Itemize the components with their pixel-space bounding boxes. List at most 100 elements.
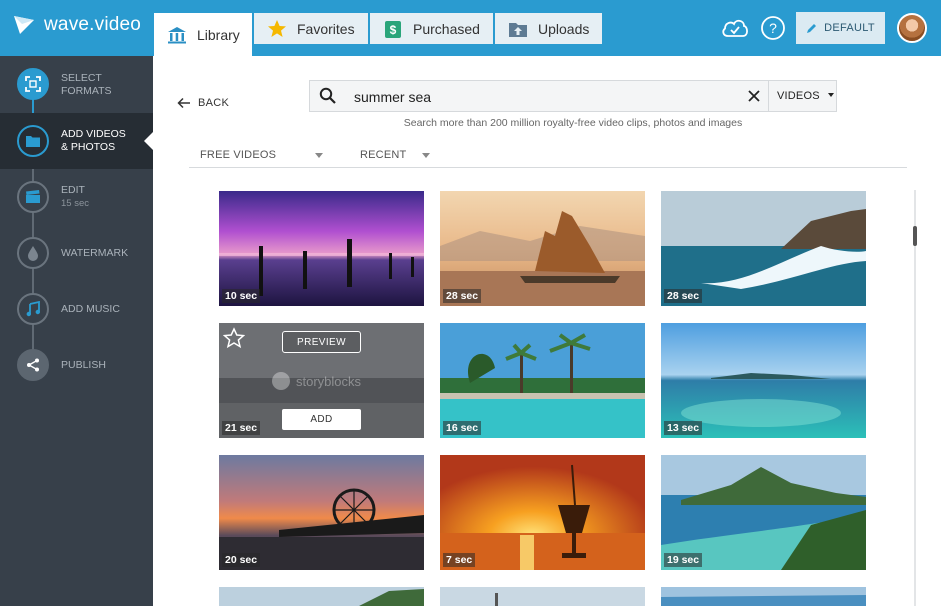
svg-text:$: $	[390, 23, 397, 37]
upload-folder-icon	[507, 18, 529, 40]
step-circle	[17, 237, 49, 269]
help-button[interactable]: ?	[760, 15, 786, 46]
add-button[interactable]: ADD	[282, 409, 361, 430]
top-bar: wave.video Library Favorites $ Purchased…	[0, 0, 941, 56]
duration-badge: 19 sec	[664, 553, 703, 567]
tab-purchased[interactable]: $ Purchased	[370, 13, 493, 44]
stock-watermark: storyblocks	[271, 371, 361, 391]
search-type-select[interactable]: VIDEOS	[777, 90, 835, 102]
pencil-icon	[807, 24, 817, 33]
scrollbar-thumb[interactable]	[913, 226, 917, 246]
duration-badge: 28 sec	[664, 289, 703, 303]
select-formats-icon	[25, 76, 41, 92]
active-step-pointer	[144, 131, 154, 151]
preview-button[interactable]: PREVIEW	[282, 331, 361, 353]
video-result[interactable]: 20 sec	[219, 455, 424, 570]
caret-down-icon[interactable]	[315, 153, 323, 158]
duration-badge: 16 sec	[443, 421, 482, 435]
star-icon	[266, 18, 288, 40]
step-label: ADD MUSIC	[61, 303, 120, 315]
step-duration: 15 sec	[61, 198, 89, 209]
video-result[interactable]: 13 sec	[661, 323, 866, 438]
profile-default-button[interactable]: DEFAULT	[796, 12, 885, 44]
video-result[interactable]: 10 sec	[219, 191, 424, 306]
video-result[interactable]: 28 sec	[661, 191, 866, 306]
search-bar: VIDEOS	[309, 80, 837, 112]
step-label: PUBLISH	[61, 359, 106, 371]
step-label: WATERMARK	[61, 247, 129, 259]
tab-label: Library	[197, 26, 240, 43]
duration-badge: 21 sec	[222, 421, 261, 435]
dollar-bag-icon: $	[382, 18, 404, 40]
duration-badge: 13 sec	[664, 421, 703, 435]
sort-filter[interactable]: RECENT	[360, 149, 406, 161]
video-result[interactable]	[219, 587, 424, 606]
filter-divider	[189, 167, 907, 168]
back-label: BACK	[198, 97, 230, 109]
license-filter[interactable]: FREE VIDEOS	[200, 149, 276, 161]
tab-favorites[interactable]: Favorites	[254, 13, 368, 44]
video-thumbnail	[219, 587, 424, 606]
step-label: SELECT	[61, 72, 102, 84]
step-label-line2: FORMATS	[61, 85, 112, 97]
storyblocks-logo-icon	[272, 372, 290, 390]
share-icon	[27, 358, 39, 372]
help-icon: ?	[761, 16, 785, 40]
tab-label: Favorites	[297, 20, 355, 37]
video-result-hovered[interactable]: storyblocks PREVIEW ADD 21 sec	[219, 323, 424, 438]
arrow-left-icon	[177, 97, 190, 109]
duration-badge: 10 sec	[222, 289, 261, 303]
cloud-sync-button[interactable]	[720, 15, 750, 46]
caret-down-icon[interactable]	[422, 153, 430, 158]
favorite-button[interactable]	[222, 327, 246, 354]
duration-badge: 7 sec	[443, 553, 476, 567]
video-result[interactable]	[440, 587, 645, 606]
cloud-check-icon	[722, 19, 748, 37]
folder-icon	[26, 136, 40, 147]
step-label: ADD VIDEOS	[61, 128, 126, 140]
step-circle	[17, 293, 49, 325]
steps-sidebar: SELECT FORMATS ADD VIDEOS & PHOTOS EDIT …	[0, 56, 154, 606]
step-edit[interactable]: EDIT 15 sec	[0, 169, 153, 225]
step-select-formats[interactable]: SELECT FORMATS	[0, 56, 153, 112]
back-button[interactable]: BACK	[177, 97, 229, 109]
video-result[interactable]: 16 sec	[440, 323, 645, 438]
search-type-label: VIDEOS	[777, 90, 820, 102]
search-icon	[319, 87, 336, 104]
clapper-icon	[26, 190, 40, 203]
video-thumbnail	[440, 587, 645, 606]
app-logo[interactable]: wave.video	[12, 14, 141, 36]
step-add-videos-photos[interactable]: ADD VIDEOS & PHOTOS	[0, 113, 154, 169]
tab-library[interactable]: Library	[154, 13, 252, 56]
profile-default-label: DEFAULT	[824, 22, 875, 34]
video-thumbnail	[661, 587, 866, 606]
step-publish[interactable]: PUBLISH	[0, 337, 153, 393]
tab-uploads[interactable]: Uploads	[495, 13, 602, 44]
video-result[interactable]: 7 sec	[440, 455, 645, 570]
clear-search-icon[interactable]	[747, 89, 761, 103]
caret-down-icon	[828, 93, 835, 97]
step-circle	[17, 181, 49, 213]
watermark-text: storyblocks	[296, 373, 362, 389]
music-note-icon	[26, 301, 40, 317]
duration-badge: 20 sec	[222, 553, 261, 567]
step-circle	[17, 68, 49, 100]
video-result[interactable]	[661, 587, 866, 606]
step-watermark[interactable]: WATERMARK	[0, 225, 153, 281]
video-result[interactable]: 28 sec	[440, 191, 645, 306]
tab-label: Purchased	[413, 20, 480, 37]
results-scrollbar[interactable]	[914, 190, 916, 606]
svg-text:?: ?	[769, 20, 777, 36]
search-hint: Search more than 200 million royalty-fre…	[403, 117, 743, 129]
library-icon	[166, 24, 188, 46]
step-add-music[interactable]: ADD MUSIC	[0, 281, 153, 337]
step-circle	[17, 349, 49, 381]
tab-label: Uploads	[538, 20, 590, 37]
search-input[interactable]	[354, 87, 734, 107]
duration-badge: 28 sec	[443, 289, 482, 303]
star-outline-icon	[222, 327, 246, 349]
step-label-line2: & PHOTOS	[61, 141, 116, 153]
step-circle	[17, 125, 49, 157]
user-avatar[interactable]	[897, 13, 927, 43]
video-result[interactable]: 19 sec	[661, 455, 866, 570]
